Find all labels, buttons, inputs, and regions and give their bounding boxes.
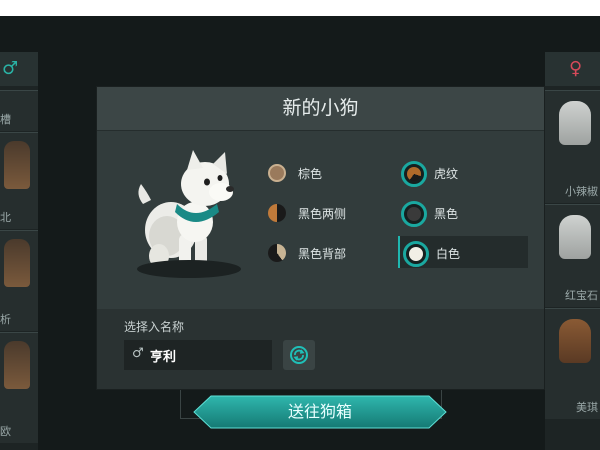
coat-option-black-sides[interactable]: 黑色两侧	[268, 200, 378, 228]
refresh-icon	[290, 346, 308, 364]
left-list-item[interactable]: 槽	[0, 90, 38, 131]
dog-thumbnail	[559, 215, 591, 259]
dog-thumbnail	[559, 101, 591, 145]
dog-thumbnail	[4, 239, 30, 287]
send-button-label: 送往狗箱	[287, 402, 352, 421]
left-list-header: ♂	[0, 52, 38, 86]
coat-option-brindle[interactable]: 虎纹	[401, 160, 494, 188]
right-list-item-label: 红宝石	[565, 289, 598, 302]
coat-option-label: 白色	[436, 247, 461, 261]
left-list-item[interactable]: 欧	[0, 332, 38, 443]
top-bar	[0, 0, 600, 16]
female-symbol-icon: ♀	[569, 58, 583, 79]
dialog-title-bar: 新的小狗	[97, 87, 544, 131]
left-list-item[interactable]: 北	[0, 132, 38, 229]
coat-swatch-ring	[401, 201, 427, 227]
coat-option-label: 黑色两侧	[298, 207, 347, 221]
left-list-item-label: 析	[0, 313, 11, 326]
dialog-title: 新的小狗	[282, 97, 359, 119]
coat-option-black[interactable]: 黑色	[401, 200, 494, 228]
right-list-header: ♀	[545, 52, 600, 86]
dog-thumbnail	[559, 319, 591, 363]
puppy-preview	[133, 148, 243, 280]
right-list-item[interactable]: 红宝石	[545, 204, 600, 307]
male-symbol-icon: ♂	[132, 346, 144, 361]
coat-swatch-ring	[403, 241, 429, 267]
coat-swatch-ring	[401, 161, 427, 187]
coat-option-label: 黑色	[434, 207, 459, 221]
coat-option-brown[interactable]: 棕色	[268, 160, 368, 188]
name-prompt: 选择入名称	[124, 320, 185, 334]
left-list-item[interactable]: 析	[0, 230, 38, 331]
name-input[interactable]: ♂ 亨利	[124, 340, 272, 370]
left-list-item-label: 北	[0, 211, 11, 224]
left-list-item-label: 槽	[0, 113, 11, 126]
dog-thumbnail	[4, 141, 30, 189]
coat-option-black-back[interactable]: 黑色背部	[268, 240, 378, 268]
randomize-name-button[interactable]	[283, 340, 315, 370]
name-value: 亨利	[150, 350, 177, 365]
male-symbol-icon: ♂	[2, 58, 19, 79]
right-list-item-label: 小辣椒	[565, 185, 598, 198]
right-list-item[interactable]: 小辣椒	[545, 90, 600, 203]
coat-option-label: 虎纹	[434, 167, 459, 181]
coat-swatch	[268, 204, 286, 222]
coat-option-label: 黑色背部	[298, 247, 347, 261]
dog-thumbnail	[4, 341, 30, 389]
coat-swatch	[268, 244, 286, 262]
coat-swatch	[268, 164, 286, 182]
right-list-item[interactable]: 美琪	[545, 308, 600, 419]
right-list-item-label: 美琪	[576, 401, 598, 414]
puppy-shadow	[137, 260, 241, 278]
coat-option-label: 棕色	[298, 167, 323, 181]
coat-option-white[interactable]: 白色	[398, 236, 528, 268]
send-to-kennel-button[interactable]: 送往狗箱	[193, 395, 447, 429]
left-list-item-label: 欧	[0, 425, 11, 438]
